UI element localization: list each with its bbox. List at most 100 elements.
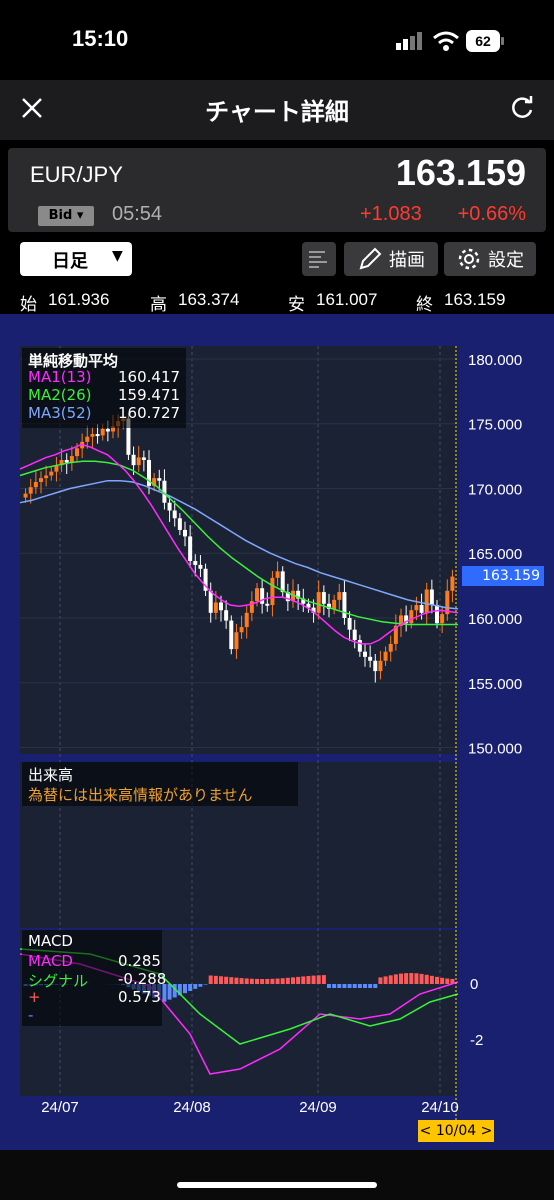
macd-histogram-bar: [193, 984, 198, 989]
close-label: 終: [416, 295, 433, 314]
macd-histogram-bar: [275, 978, 280, 984]
macd-legend-label-3: -: [28, 1006, 34, 1024]
macd-histogram-bar: [378, 977, 383, 984]
macd-histogram-bar: [239, 978, 244, 984]
macd-histogram-bar: [203, 984, 208, 985]
macd-histogram-bar: [219, 976, 223, 984]
macd-histogram-bar: [316, 975, 321, 984]
home-area: [0, 1150, 554, 1200]
page-title: チャート詳細: [205, 98, 349, 126]
x-tick-label: 24/07: [41, 1099, 79, 1116]
settings-button[interactable]: 設定: [444, 242, 536, 276]
candle-body: [33, 482, 38, 488]
home-indicator[interactable]: [177, 1182, 377, 1188]
candle-body: [157, 478, 162, 481]
macd-histogram-bar: [352, 984, 357, 988]
candle-body: [440, 614, 445, 624]
draw-button[interactable]: 描画: [344, 242, 438, 276]
candle-body: [183, 529, 187, 537]
candle-body: [44, 475, 49, 479]
macd-histogram-bar: [208, 975, 213, 984]
bid-dropdown[interactable]: Bid ▾: [38, 206, 94, 226]
macd-histogram-bar: [404, 973, 409, 984]
period-select[interactable]: 日足 ▼: [20, 242, 132, 276]
macd-histogram-bar: [183, 984, 187, 994]
low-label: 安: [288, 295, 305, 314]
ma-legend: 単純移動平均 MA1(13) 160.417 MA2(26) 159.471 MA3(5…: [22, 348, 186, 428]
y-tick-label: 170.000: [468, 481, 522, 498]
signal-icon: [396, 32, 424, 50]
candle-body: [229, 620, 234, 650]
ma-legend-value-1: 159.471: [118, 386, 181, 404]
macd-histogram-bar: [409, 973, 414, 984]
candle-body: [23, 493, 28, 498]
macd-histogram-bar: [440, 977, 445, 984]
cursor-date-text: < 10/04 >: [419, 1123, 493, 1139]
volume-message: 為替には出来高情報がありません: [28, 786, 253, 804]
macd-histogram-bar: [291, 977, 295, 984]
candle-body: [337, 592, 342, 600]
high-value: 163.374: [178, 290, 240, 309]
macd-histogram-bar: [229, 977, 234, 984]
macd-histogram-bar: [414, 973, 419, 984]
macd-histogram-bar: [234, 977, 239, 984]
macd-histogram-bar: [363, 984, 367, 988]
period-label: 日足: [52, 251, 88, 272]
settings-label: 設定: [488, 250, 524, 271]
macd-histogram-bar: [342, 984, 347, 988]
caret-down-icon: ▾: [72, 208, 84, 223]
macd-legend-label-0: MACD: [28, 952, 73, 970]
macd-histogram-bar: [249, 978, 254, 984]
macd-histogram-bar: [213, 975, 218, 984]
macd-histogram-bar: [429, 975, 434, 984]
macd-histogram-bar: [321, 975, 326, 984]
x-tick-label: 24/09: [299, 1099, 337, 1116]
candle-body: [435, 605, 439, 624]
macd-histogram-bar: [198, 984, 203, 987]
macd-histogram-bar: [388, 975, 393, 984]
indicator-list-button[interactable]: [302, 242, 336, 276]
macd-histogram-bar: [285, 977, 290, 984]
macd-histogram-bar: [311, 975, 316, 984]
y-tick-label: 155.000: [468, 676, 522, 693]
candle-body: [213, 602, 218, 613]
x-tick-label: 24/08: [173, 1099, 211, 1116]
macd-histogram-bar: [260, 978, 265, 984]
macd-histogram-bar: [167, 984, 172, 1000]
candle-body: [234, 632, 239, 650]
macd-histogram-bar: [280, 978, 285, 984]
open-label: 始: [20, 295, 37, 314]
pencil-icon: [359, 247, 382, 270]
candle-body: [332, 599, 337, 609]
candle-body: [352, 629, 357, 641]
candle-body: [316, 592, 321, 613]
ma-legend-label-2: MA3(52): [28, 404, 92, 422]
candle-body: [198, 564, 203, 569]
macd-tick-label: 0: [470, 976, 478, 993]
macd-histogram-bar: [445, 978, 450, 984]
macd-histogram-bar: [368, 984, 373, 988]
chart-area[interactable]: 180.000 175.000 170.000 165.000 160.000 155.0…: [0, 314, 554, 1150]
high-label: 高: [150, 295, 167, 314]
current-price-tag-label: 163.159: [482, 568, 540, 584]
candle-body: [383, 651, 388, 661]
candle-body: [39, 478, 43, 482]
macd-histogram-bar: [424, 974, 429, 984]
candle-body: [172, 510, 177, 519]
candle-body: [255, 588, 259, 602]
candle-body: [275, 571, 280, 578]
candle-body: [95, 434, 100, 437]
battery-level: 62: [466, 30, 500, 52]
list-icon: [309, 251, 327, 268]
macd-histogram-bar: [265, 978, 270, 984]
close-value: 163.159: [444, 290, 506, 309]
volume-legend: 出来高 為替には出来高情報がありません: [22, 762, 298, 806]
candle-body: [105, 428, 110, 432]
macd-legend-label-2: +: [28, 988, 41, 1006]
status-time: 15:10: [72, 26, 129, 51]
ma-legend-label-1: MA2(26): [28, 386, 92, 404]
macd-legend-value-1: -0.288: [118, 970, 167, 988]
refresh-icon[interactable]: [508, 94, 536, 122]
macd-histogram-bar: [393, 974, 398, 984]
ma-legend-value-0: 160.417: [118, 368, 181, 386]
